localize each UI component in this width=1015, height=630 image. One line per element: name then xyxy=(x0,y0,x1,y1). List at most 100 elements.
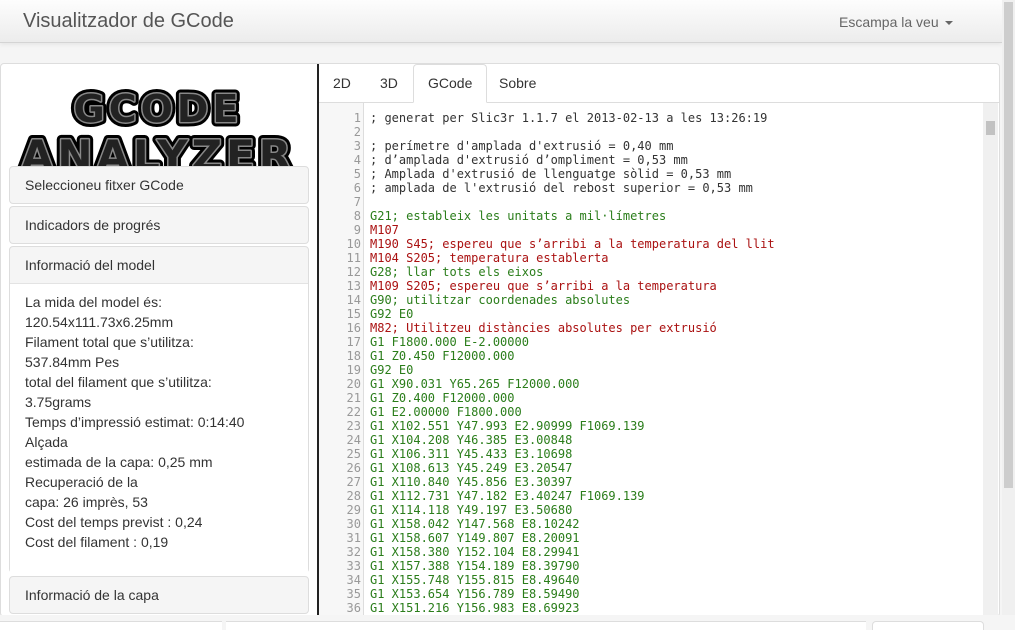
code-line[interactable]: 31 G1 X158.607 Y149.807 E8.20091 xyxy=(319,531,979,545)
line-number: 30 xyxy=(346,517,361,531)
code-text: G1 X158.380 Y152.104 E8.29941 xyxy=(370,545,580,559)
line-number: 17 xyxy=(346,335,361,349)
section-select-file-title[interactable]: Seleccioneu fitxer GCode xyxy=(10,167,308,203)
code-line[interactable]: 14 G90; utilitzar coordenades absolutes xyxy=(319,293,979,307)
line-number: 31 xyxy=(346,531,361,545)
line-number: 7 xyxy=(353,195,361,209)
code-line[interactable]: 12 G28; llar tots els eixos xyxy=(319,265,979,279)
code-line[interactable]: 20 G1 X90.031 Y65.265 F12000.000 xyxy=(319,377,979,391)
code-text: G1 X153.654 Y156.789 E8.59490 xyxy=(370,587,580,601)
code-line[interactable]: 6 ; amplada de l'extrusió del rebost supe… xyxy=(319,181,979,195)
section-model-info: Informació del model La mida del model é… xyxy=(9,246,309,575)
view-tabs: 2D 3D GCode Sobre xyxy=(319,64,999,103)
code-line[interactable]: 27 G1 X110.840 Y45.856 E3.30397 xyxy=(319,475,979,489)
code-text: G1 Z0.400 F12000.000 xyxy=(370,391,515,405)
code-line[interactable]: 17 G1 F1800.000 E-2.00000 xyxy=(319,335,979,349)
main-panel: GCODE GCODE GCODE ANALYZER ANALYZER ANAL… xyxy=(0,63,1000,617)
app-title[interactable]: Visualitzador de GCode xyxy=(23,10,234,33)
line-number: 32 xyxy=(346,545,361,559)
code-line[interactable]: 19 G92 E0 xyxy=(319,363,979,377)
code-line[interactable]: 8 G21; estableix les unitats a mil·límetr… xyxy=(319,209,979,223)
code-text: G1 X157.388 Y154.189 E8.39790 xyxy=(370,559,580,573)
code-line[interactable]: 33 G1 X157.388 Y154.189 E8.39790 xyxy=(319,559,979,573)
editor-scrollbar[interactable] xyxy=(983,103,998,615)
line-number: 12 xyxy=(346,265,361,279)
code-line[interactable]: 7 xyxy=(319,195,979,209)
code-line[interactable]: 34 G1 X155.748 Y155.815 E8.49640 xyxy=(319,573,979,587)
gcode-editor[interactable]: 1 ; generat per Slic3r 1.1.7 el 2013-02-1… xyxy=(319,103,998,615)
line-number: 22 xyxy=(346,405,361,419)
section-layer-info-title[interactable]: Informació de la capa xyxy=(10,577,308,613)
line-number: 34 xyxy=(346,573,361,587)
code-text: G1 X106.311 Y45.433 E3.10698 xyxy=(370,447,573,461)
line-number: 18 xyxy=(346,349,361,363)
share-dropdown-label: Escampa la veu xyxy=(839,14,939,30)
code-line[interactable]: 22 G1 E2.00000 F1800.000 xyxy=(319,405,979,419)
section-layer-info[interactable]: Informació de la capa xyxy=(9,576,309,614)
gcode-analyzer-logo: GCODE GCODE GCODE ANALYZER ANALYZER ANAL… xyxy=(16,83,295,179)
code-text: ; perímetre d'amplada d'extrusió = 0,40 … xyxy=(370,139,674,153)
tab-3d[interactable]: 3D xyxy=(366,64,412,102)
section-model-info-title[interactable]: Informació del model xyxy=(10,247,308,283)
code-line[interactable]: 2 xyxy=(319,125,979,139)
code-line[interactable]: 36 G1 X151.216 Y156.983 E8.69923 xyxy=(319,601,979,615)
code-line[interactable]: 16 M82; Utilitzeu distàncies absolutes pe… xyxy=(319,321,979,335)
top-navbar: Visualitzador de GCode Escampa la veu xyxy=(0,0,1002,43)
code-line[interactable]: 23 G1 X102.551 Y47.993 E2.90999 F1069.139 xyxy=(319,419,979,433)
model-info-line: capa: 26 imprès, 53 xyxy=(25,494,148,510)
code-line[interactable]: 29 G1 X114.118 Y49.197 E3.50680 xyxy=(319,503,979,517)
model-info-line: Alçada xyxy=(25,434,68,450)
code-line[interactable]: 9 M107 xyxy=(319,223,979,237)
code-text: G90; utilitzar coordenades absolutes xyxy=(370,293,631,307)
line-number: 23 xyxy=(346,419,361,433)
code-text: M190 S45; espereu que s’arribi a la temp… xyxy=(370,237,775,251)
code-line[interactable]: 4 ; d’amplada d'extrusió d’ompliment = 0,… xyxy=(319,153,979,167)
code-text: G1 X112.731 Y47.182 E3.40247 F1069.139 xyxy=(370,489,645,503)
line-number: 8 xyxy=(353,209,361,223)
code-line[interactable]: 18 G1 Z0.450 F12000.000 xyxy=(319,349,979,363)
code-text: G1 X158.607 Y149.807 E8.20091 xyxy=(370,531,580,545)
code-text: G1 X114.118 Y49.197 E3.50680 xyxy=(370,503,573,517)
model-info-line: estimada de la capa: 0,25 mm xyxy=(25,454,213,470)
tab-2d[interactable]: 2D xyxy=(319,64,365,102)
code-line[interactable]: 5 ; Amplada d'extrusió de llenguatge sòli… xyxy=(319,167,979,181)
code-line[interactable]: 25 G1 X106.311 Y45.433 E3.10698 xyxy=(319,447,979,461)
code-line[interactable]: 13 M109 S205; espereu que s’arribi a la t… xyxy=(319,279,979,293)
tab-about[interactable]: Sobre xyxy=(485,64,550,102)
code-text: M107 xyxy=(370,223,399,237)
code-line[interactable]: 10 M190 S45; espereu que s’arribi a la te… xyxy=(319,237,979,251)
code-line[interactable]: 28 G1 X112.731 Y47.182 E3.40247 F1069.139 xyxy=(319,489,979,503)
code-line[interactable]: 1 ; generat per Slic3r 1.1.7 el 2013-02-1… xyxy=(319,111,979,125)
section-select-file[interactable]: Seleccioneu fitxer GCode xyxy=(9,166,309,204)
model-info-line: 3.75grams xyxy=(25,394,92,410)
editor-scrollbar-thumb[interactable] xyxy=(986,121,995,135)
model-info-body: La mida del model és: 120.54x111.73x6.25… xyxy=(10,283,308,575)
code-line[interactable]: 26 G1 X108.613 Y45.249 E3.20547 xyxy=(319,461,979,475)
code-text: G1 X90.031 Y65.265 F12000.000 xyxy=(370,377,580,391)
share-dropdown[interactable]: Escampa la veu xyxy=(839,14,953,30)
section-progress-indicators[interactable]: Indicadors de progrés xyxy=(9,206,309,244)
model-info-line: Cost del temps previst : 0,24 xyxy=(25,514,203,530)
code-text: M109 S205; espereu que s’arribi a la tem… xyxy=(370,279,717,293)
model-info-line: Filament total que s’utilitza: xyxy=(25,334,194,350)
window-scrollbar[interactable] xyxy=(1002,0,1015,615)
line-number: 10 xyxy=(346,237,361,251)
line-number: 25 xyxy=(346,447,361,461)
code-line[interactable]: 24 G1 X104.208 Y46.385 E3.00848 xyxy=(319,433,979,447)
tab-gcode[interactable]: GCode xyxy=(413,64,488,103)
bottom-strip xyxy=(0,615,1015,630)
section-progress-indicators-title[interactable]: Indicadors de progrés xyxy=(10,207,308,243)
line-number: 33 xyxy=(346,559,361,573)
code-line[interactable]: 11 M104 S205; temperatura establerta xyxy=(319,251,979,265)
code-text: G92 E0 xyxy=(370,363,414,377)
code-line[interactable]: 30 G1 X158.042 Y147.568 E8.10242 xyxy=(319,517,979,531)
code-text: G21; estableix les unitats a mil·límetre… xyxy=(370,209,667,223)
window-scrollbar-thumb[interactable] xyxy=(1004,2,1013,488)
code-line[interactable]: 32 G1 X158.380 Y152.104 E8.29941 xyxy=(319,545,979,559)
code-line[interactable]: 21 G1 Z0.400 F12000.000 xyxy=(319,391,979,405)
code-line[interactable]: 3 ; perímetre d'amplada d'extrusió = 0,40… xyxy=(319,139,979,153)
code-text: G28; llar tots els eixos xyxy=(370,265,544,279)
code-text: G1 X158.042 Y147.568 E8.10242 xyxy=(370,517,580,531)
code-line[interactable]: 15 G92 E0 xyxy=(319,307,979,321)
code-line[interactable]: 35 G1 X153.654 Y156.789 E8.59490 xyxy=(319,587,979,601)
